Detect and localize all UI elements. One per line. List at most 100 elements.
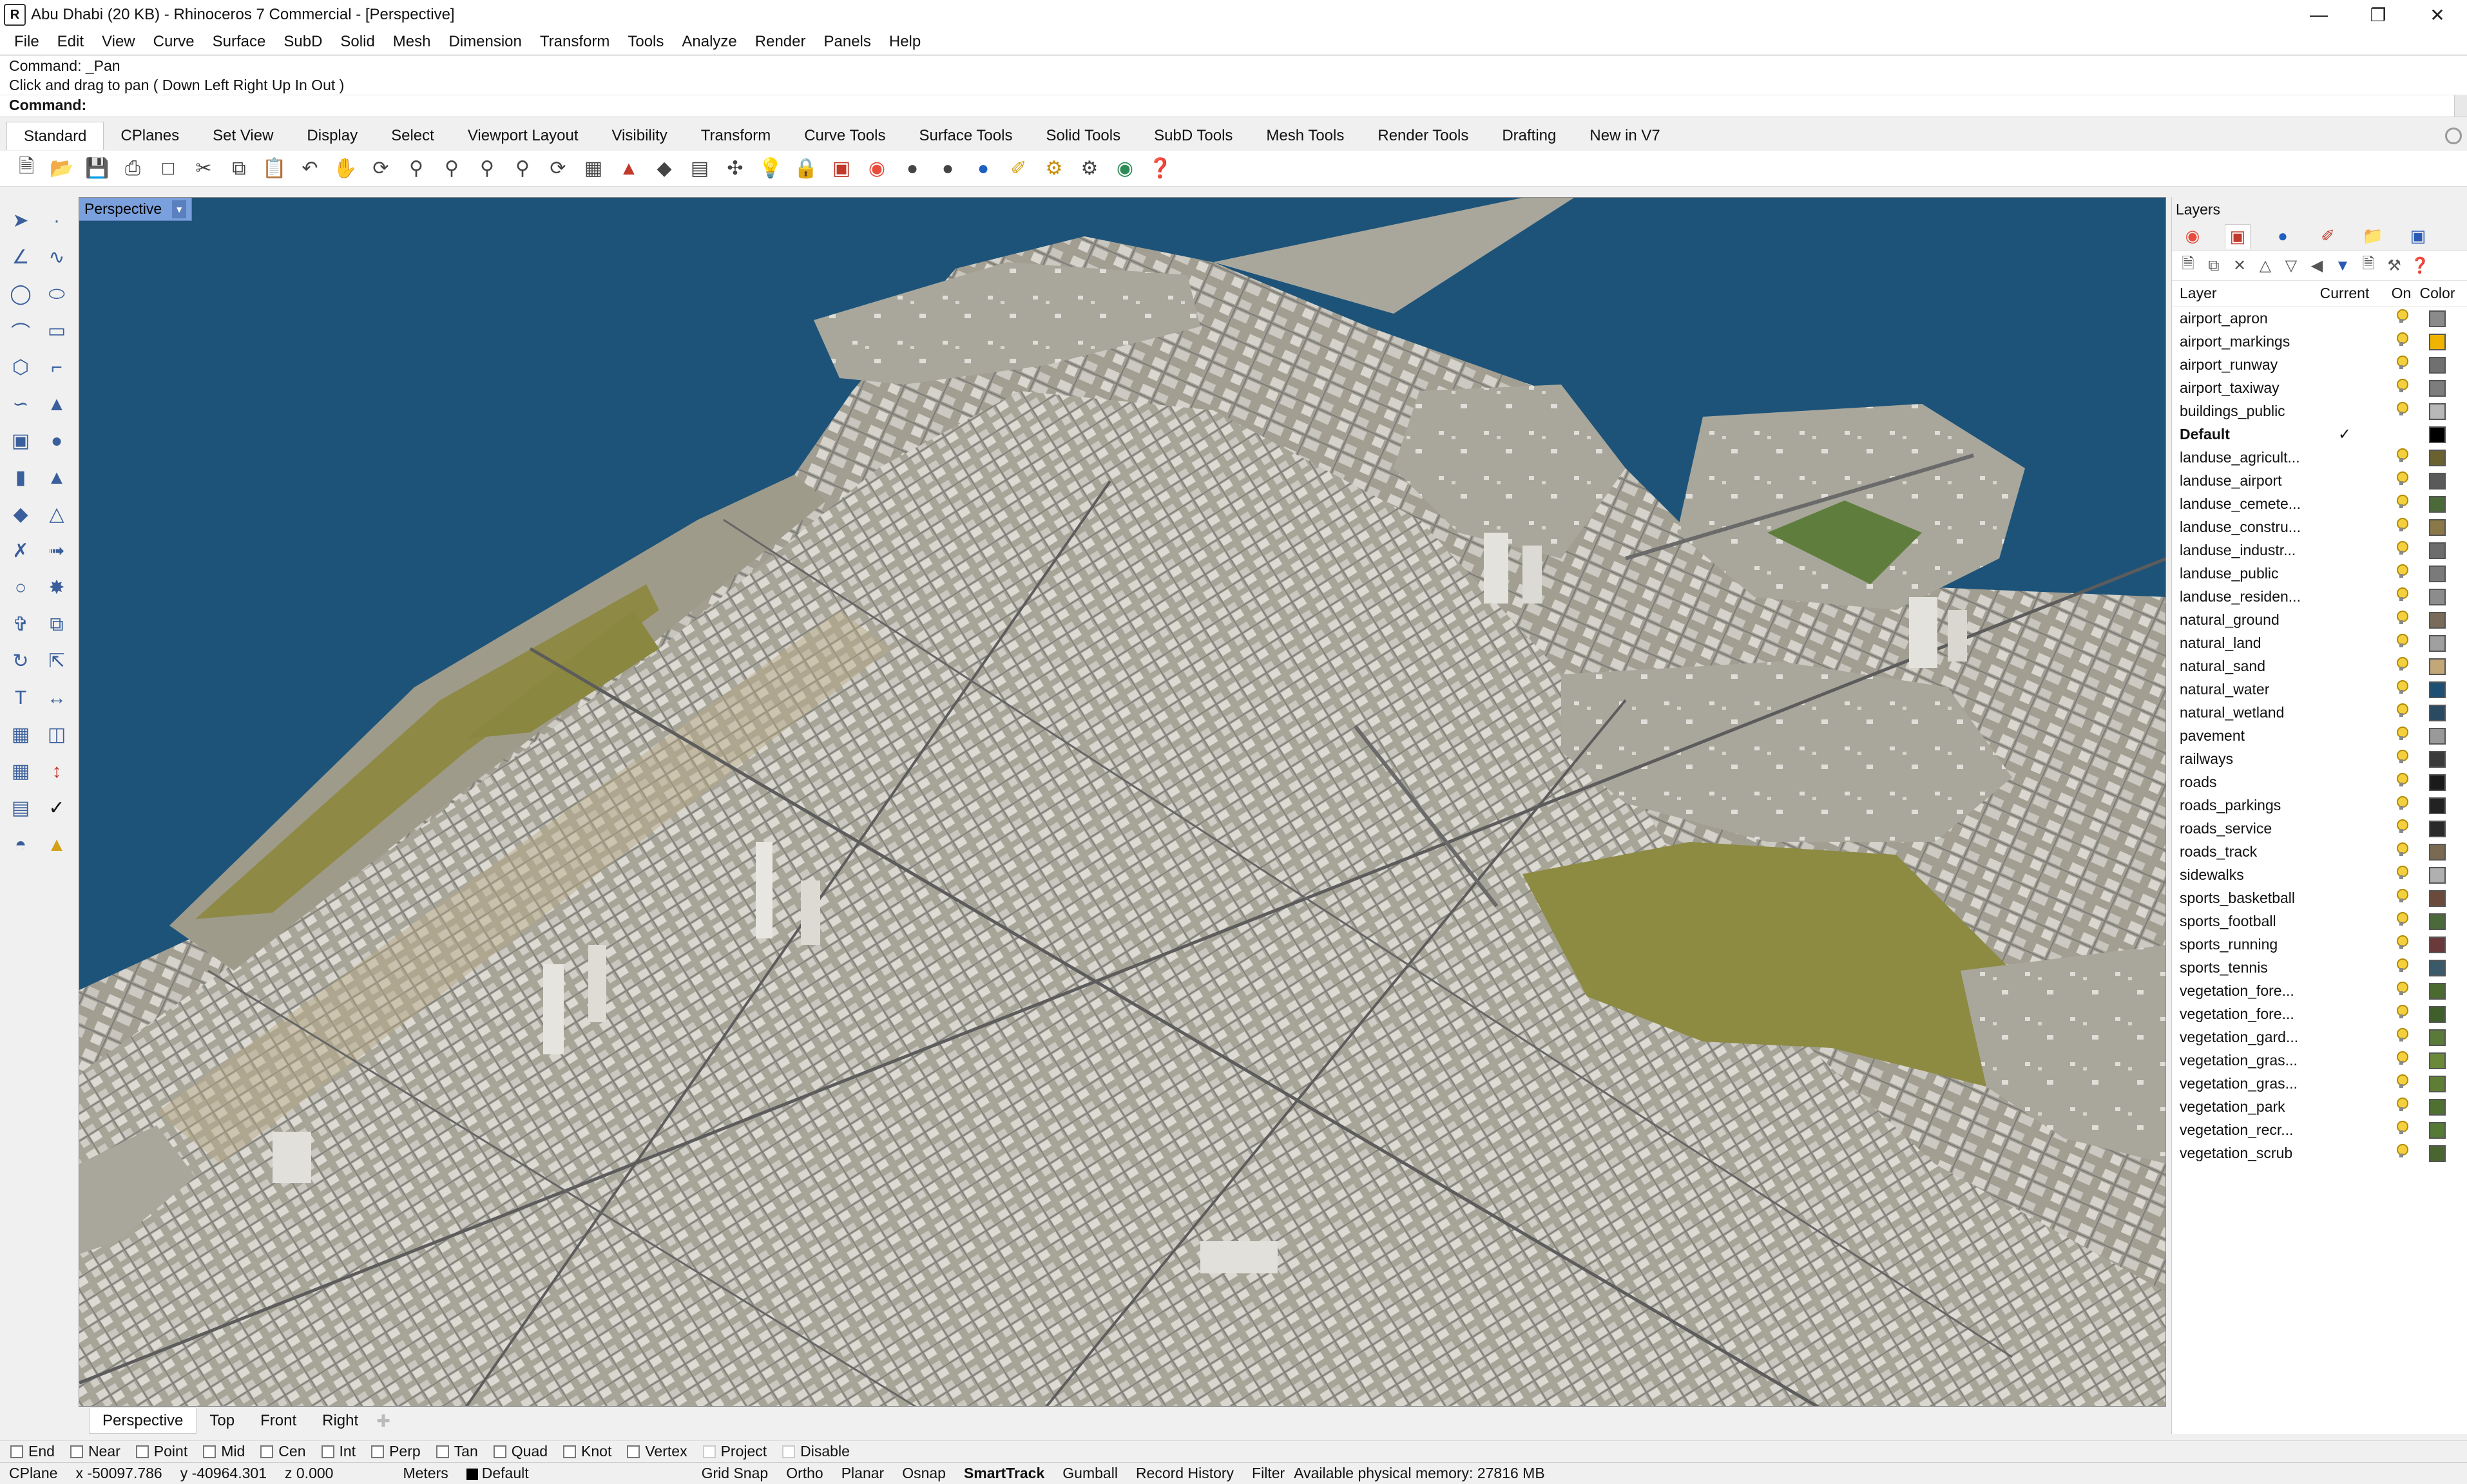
menu-curve[interactable]: Curve: [144, 33, 204, 51]
export-icon[interactable]: □: [153, 154, 183, 184]
rectangle-icon[interactable]: ▭: [39, 312, 75, 349]
osnap-vertex[interactable]: Vertex: [627, 1443, 687, 1460]
layer-on-cell[interactable]: [2385, 842, 2418, 861]
layer-color-swatch[interactable]: [2429, 379, 2446, 397]
array-icon[interactable]: ▦: [3, 716, 39, 753]
layer-on-cell[interactable]: [2385, 309, 2418, 327]
layer-color-swatch[interactable]: [2429, 820, 2446, 837]
lightbulb-icon[interactable]: [2396, 935, 2408, 949]
split-icon[interactable]: ➟: [39, 533, 75, 569]
layer-name[interactable]: roads: [2172, 774, 2305, 791]
menu-tools[interactable]: Tools: [619, 33, 673, 51]
layer-name[interactable]: Default: [2172, 426, 2305, 443]
rendered-sphere-icon[interactable]: ●: [933, 154, 963, 184]
layer-color-swatch[interactable]: [2429, 913, 2446, 930]
gumball-align-icon[interactable]: ↕: [39, 753, 75, 790]
move-icon[interactable]: ✞: [3, 606, 39, 643]
layer-color-cell[interactable]: [2418, 611, 2457, 629]
environment-tab-icon[interactable]: ▣: [2405, 224, 2431, 249]
current-layer[interactable]: Default: [457, 1465, 538, 1482]
layer-name[interactable]: natural_land: [2172, 634, 2305, 652]
layer-row[interactable]: sports_football: [2172, 909, 2467, 933]
lightbulb-icon[interactable]: [2396, 680, 2408, 694]
layer-name[interactable]: sports_basketball: [2172, 889, 2305, 907]
layer-on-cell[interactable]: [2385, 1121, 2418, 1139]
tab-standard[interactable]: Standard: [6, 122, 104, 150]
layer-name[interactable]: natural_water: [2172, 681, 2305, 698]
layer-name[interactable]: landuse_industr...: [2172, 542, 2305, 559]
layer-row[interactable]: Default ✓: [2172, 423, 2467, 446]
toolbar-settings-gear-icon[interactable]: [2445, 128, 2462, 144]
layer-row[interactable]: roads_service: [2172, 817, 2467, 840]
layer-name[interactable]: natural_ground: [2172, 611, 2305, 629]
layer-row[interactable]: landuse_agricult...: [2172, 446, 2467, 469]
layer-color-cell[interactable]: [2418, 309, 2457, 327]
rotate-icon[interactable]: ↻: [3, 643, 39, 680]
layer-color-swatch[interactable]: [2429, 588, 2446, 605]
layer-row[interactable]: landuse_airport: [2172, 469, 2467, 492]
layer-color-cell[interactable]: [2418, 680, 2457, 698]
layer-on-cell[interactable]: [2385, 356, 2418, 374]
layers-tab-icon[interactable]: ▣: [2225, 224, 2251, 249]
layer-row[interactable]: buildings_public: [2172, 399, 2467, 423]
lightbulb-icon[interactable]: [2396, 541, 2408, 555]
save-icon[interactable]: 💾: [82, 154, 112, 184]
layer-color-cell[interactable]: [2418, 1028, 2457, 1046]
layer-row[interactable]: pavement: [2172, 724, 2467, 747]
layer-row[interactable]: airport_markings: [2172, 330, 2467, 353]
layer-row[interactable]: vegetation_fore...: [2172, 979, 2467, 1002]
layer-on-cell[interactable]: [2385, 1005, 2418, 1023]
layer-on-cell[interactable]: [2385, 1098, 2418, 1116]
libraries-tab-icon[interactable]: 📁: [2360, 224, 2386, 249]
osnap-checkbox[interactable]: [70, 1445, 83, 1458]
lightbulb-icon[interactable]: [2396, 727, 2408, 741]
tab-mesh-tools[interactable]: Mesh Tools: [1249, 122, 1361, 150]
layer-color-cell[interactable]: [2418, 332, 2457, 350]
layer-color-swatch[interactable]: [2429, 356, 2446, 374]
osnap-checkbox[interactable]: [10, 1445, 23, 1458]
lightbulb-icon[interactable]: [2396, 1098, 2408, 1112]
layer-on-cell[interactable]: [2385, 889, 2418, 907]
layer-row[interactable]: railways: [2172, 747, 2467, 770]
move-down-icon[interactable]: ▽: [2283, 256, 2299, 276]
menu-view[interactable]: View: [93, 33, 144, 51]
layer-color-cell[interactable]: [2418, 379, 2457, 397]
units-label[interactable]: Meters: [394, 1465, 457, 1482]
layer-name[interactable]: sidewalks: [2172, 866, 2305, 884]
osnap-point[interactable]: Point: [135, 1443, 187, 1460]
surface-icon[interactable]: ▲: [39, 386, 75, 423]
globe-icon[interactable]: ◉: [1110, 154, 1140, 184]
cplane-label[interactable]: CPlane: [0, 1465, 66, 1482]
layer-name[interactable]: landuse_agricult...: [2172, 449, 2305, 466]
undo-icon[interactable]: ↶: [295, 154, 325, 184]
tab-solid-tools[interactable]: Solid Tools: [1029, 122, 1137, 150]
layer-row[interactable]: vegetation_gras...: [2172, 1049, 2467, 1072]
layer-row[interactable]: natural_sand: [2172, 654, 2467, 678]
layer-color-cell[interactable]: [2418, 495, 2457, 513]
layer-row[interactable]: sports_running: [2172, 933, 2467, 956]
help-icon[interactable]: ❓: [2410, 256, 2430, 276]
layer-on-cell[interactable]: [2385, 958, 2418, 976]
menu-edit[interactable]: Edit: [48, 33, 93, 51]
cylinder-icon[interactable]: ▮: [3, 459, 39, 496]
osnap-checkbox[interactable]: [702, 1445, 716, 1458]
layer-name[interactable]: vegetation_gras...: [2172, 1052, 2305, 1069]
layer-on-cell[interactable]: [2385, 1051, 2418, 1069]
layer-on-cell[interactable]: [2385, 587, 2418, 605]
layer-name[interactable]: sports_running: [2172, 936, 2305, 953]
layer-on-cell[interactable]: [2385, 634, 2418, 652]
layer-name[interactable]: pavement: [2172, 727, 2305, 745]
smarttrack-toggle[interactable]: SmartTrack: [955, 1465, 1053, 1482]
layer-color-cell[interactable]: [2418, 471, 2457, 490]
cut-icon[interactable]: ✂: [189, 154, 218, 184]
tab-surface-tools[interactable]: Surface Tools: [902, 122, 1029, 150]
layer-color-swatch[interactable]: [2429, 843, 2446, 861]
osnap-knot[interactable]: Knot: [563, 1443, 611, 1460]
layer-on-cell[interactable]: [2385, 611, 2418, 629]
osnap-checkbox[interactable]: [436, 1445, 449, 1458]
layer-color-swatch[interactable]: [2429, 310, 2446, 327]
four-viewports-icon[interactable]: ▦: [579, 154, 608, 184]
minimize-button[interactable]: —: [2289, 0, 2348, 30]
layer-on-cell[interactable]: [2385, 448, 2418, 466]
materials-tab-icon[interactable]: ✐: [2315, 224, 2341, 249]
